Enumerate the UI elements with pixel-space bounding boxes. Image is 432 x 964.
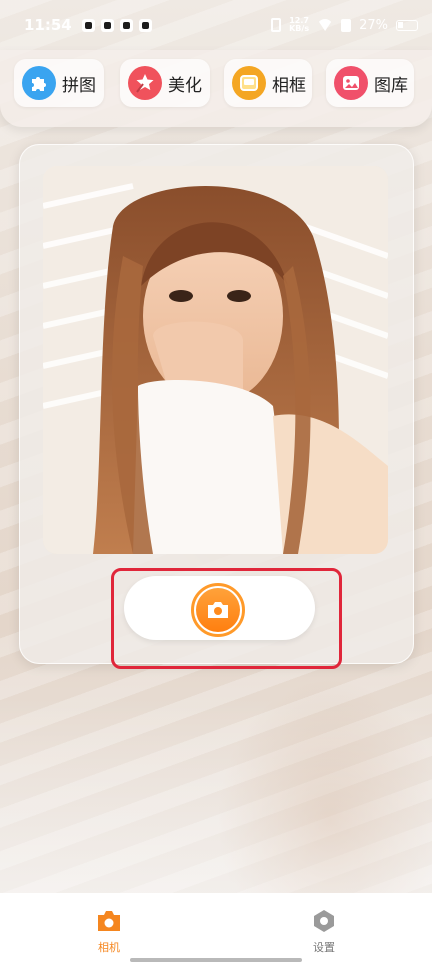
bottom-nav: 相机 设置 <box>0 893 432 964</box>
nav-item-settings[interactable]: 设置 <box>294 909 354 955</box>
battery-icon <box>396 19 418 31</box>
nav-label-camera: 相机 <box>98 941 120 954</box>
gallery-label: 图库 <box>374 75 408 96</box>
battery-percentage: 27% <box>359 17 388 33</box>
tiktok-icon <box>81 18 95 32</box>
status-time: 11:54 <box>24 16 72 34</box>
network-speed-unit: KB/s <box>289 24 310 33</box>
beautify-label: 美化 <box>168 75 202 96</box>
sync-icon <box>119 18 133 32</box>
network-speed: 12.7 KB/s <box>289 17 309 33</box>
puzzle-label: 拼图 <box>62 75 96 96</box>
highlight-box <box>111 568 342 669</box>
sim-icon <box>341 18 352 32</box>
wifi-icon <box>317 19 333 31</box>
home-indicator <box>130 958 302 962</box>
settings-hex-icon <box>314 910 334 932</box>
status-indicators: 12.7 KB/s 27% <box>271 17 418 33</box>
player-icon <box>138 18 152 32</box>
gallery-button[interactable]: 图库 <box>326 59 414 107</box>
gallery-icon <box>334 66 368 100</box>
vibrate-icon <box>271 18 282 32</box>
frame-icon <box>232 66 266 100</box>
puzzle-button[interactable]: 拼图 <box>14 59 104 107</box>
background-glare <box>0 700 432 893</box>
beautify-button[interactable]: 美化 <box>120 59 210 107</box>
app-icon <box>100 18 114 32</box>
camera-tab-icon <box>98 911 120 931</box>
nav-label-settings: 设置 <box>313 941 335 954</box>
nav-item-camera[interactable]: 相机 <box>79 909 139 955</box>
frame-button[interactable]: 相框 <box>224 59 312 107</box>
portrait-photo <box>43 166 388 554</box>
magic-star-icon <box>128 66 162 100</box>
tools-panel: 拼图 美化 相框 图库 <box>0 50 432 127</box>
status-bar: 11:54 12.7 KB/s 27% <box>0 0 432 50</box>
frame-label: 相框 <box>272 75 306 96</box>
puzzle-icon <box>22 66 56 100</box>
